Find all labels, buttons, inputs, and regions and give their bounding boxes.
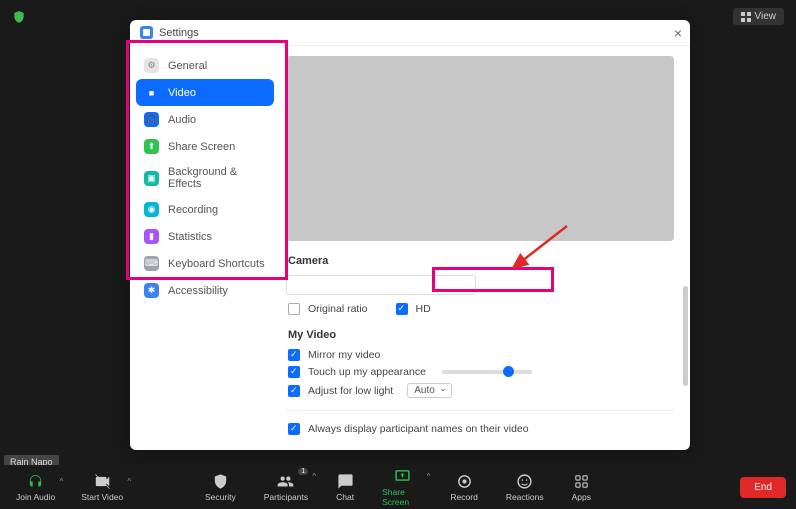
- chevron-up-icon[interactable]: ^: [427, 472, 431, 481]
- hd-label: HD: [416, 303, 431, 315]
- mirror-label: Mirror my video: [308, 349, 380, 361]
- settings-title: Settings: [159, 27, 199, 39]
- sidebar-icon: ⚙: [144, 58, 159, 73]
- participants-button[interactable]: Participants 1 ^: [258, 468, 314, 507]
- sidebar-item-label: Recording: [168, 204, 218, 216]
- scrollbar[interactable]: [683, 286, 688, 386]
- chevron-up-icon[interactable]: ^: [59, 477, 63, 486]
- join-audio-button[interactable]: Join Audio^: [10, 473, 61, 502]
- view-label: View: [755, 11, 777, 22]
- sidebar-icon: ■: [144, 85, 159, 100]
- record-icon: [456, 473, 473, 490]
- camera-dropdown[interactable]: [286, 275, 476, 295]
- video-preview: [286, 56, 674, 241]
- sidebar-icon: ⌨: [144, 256, 159, 271]
- sidebar-icon: ⬆: [144, 139, 159, 154]
- sidebar-item-accessibility[interactable]: ✱ Accessibility: [130, 277, 280, 304]
- record-button[interactable]: Record: [444, 468, 483, 507]
- zoom-icon: [140, 26, 153, 39]
- reactions-button[interactable]: Reactions: [500, 468, 550, 507]
- sidebar-item-recording[interactable]: ◉ Recording: [130, 196, 280, 223]
- sidebar-item-label: Audio: [168, 114, 196, 126]
- chevron-up-icon[interactable]: ^: [127, 477, 131, 486]
- participants-count-badge: 1: [298, 468, 308, 475]
- settings-content: Camera Original ratio HD My Video Mirror…: [280, 46, 690, 450]
- sidebar-item-label: Statistics: [168, 231, 212, 243]
- sidebar-icon: ▣: [144, 171, 159, 186]
- sidebar-item-background-effects[interactable]: ▣ Background & Effects: [130, 160, 280, 196]
- lowlight-checkbox[interactable]: [288, 385, 300, 397]
- security-button[interactable]: Security: [199, 468, 242, 507]
- settings-header: Settings ×: [130, 20, 690, 46]
- sidebar-item-label: Accessibility: [168, 285, 228, 297]
- sidebar-icon: 🎧: [144, 112, 159, 127]
- sidebar-item-statistics[interactable]: ▮ Statistics: [130, 223, 280, 250]
- touchup-label: Touch up my appearance: [308, 366, 426, 378]
- mirror-checkbox[interactable]: [288, 349, 300, 361]
- settings-sidebar: ⚙ General ■ Video 🎧 Audio ⬆ Share Screen ▣ Backgr…: [130, 46, 280, 450]
- sidebar-icon: ✱: [144, 283, 159, 298]
- sidebar-item-keyboard-shortcuts[interactable]: ⌨ Keyboard Shortcuts: [130, 250, 280, 277]
- sidebar-icon: ◉: [144, 202, 159, 217]
- sidebar-item-label: Share Screen: [168, 141, 235, 153]
- security-shield-icon: [12, 10, 26, 24]
- apps-icon: [573, 473, 590, 490]
- sidebar-item-general[interactable]: ⚙ General: [130, 52, 280, 79]
- sidebar-item-share-screen[interactable]: ⬆ Share Screen: [130, 133, 280, 160]
- shield-icon: [212, 473, 229, 490]
- display-names-label: Always display participant names on thei…: [308, 423, 529, 435]
- chat-icon: [337, 473, 354, 490]
- smile-icon: [516, 473, 533, 490]
- display-names-checkbox[interactable]: [288, 423, 300, 435]
- touchup-slider[interactable]: [442, 370, 532, 374]
- people-icon: [277, 473, 294, 490]
- settings-dialog: Settings × ⚙ General ■ Video 🎧 Audio ⬆ Share Sc…: [130, 20, 690, 450]
- sidebar-item-label: Background & Effects: [168, 166, 266, 190]
- headphones-icon: [27, 473, 44, 490]
- sidebar-item-label: Keyboard Shortcuts: [168, 258, 265, 270]
- sidebar-item-label: General: [168, 60, 207, 72]
- original-ratio-label: Original ratio: [308, 303, 368, 315]
- my-video-heading: My Video: [288, 329, 674, 341]
- sidebar-icon: ▮: [144, 229, 159, 244]
- start-video-button[interactable]: Start Video^: [75, 473, 129, 502]
- video-off-icon: [94, 473, 111, 490]
- sidebar-item-audio[interactable]: 🎧 Audio: [130, 106, 280, 133]
- hd-checkbox[interactable]: [396, 303, 408, 315]
- chevron-up-icon[interactable]: ^: [312, 472, 316, 481]
- camera-heading: Camera: [288, 255, 674, 267]
- close-icon[interactable]: ×: [674, 25, 682, 41]
- lowlight-select[interactable]: Auto: [407, 383, 452, 398]
- share-screen-button[interactable]: Share Screen^: [376, 468, 428, 507]
- touchup-checkbox[interactable]: [288, 366, 300, 378]
- sidebar-item-video[interactable]: ■ Video: [136, 79, 274, 106]
- share-icon: [394, 468, 411, 485]
- view-button[interactable]: View: [733, 8, 785, 25]
- meeting-toolbar: Join Audio^ Start Video^ Security Partic…: [0, 465, 796, 509]
- chat-button[interactable]: Chat: [330, 468, 360, 507]
- end-button[interactable]: End: [740, 477, 786, 498]
- original-ratio-checkbox[interactable]: [288, 303, 300, 315]
- sidebar-item-label: Video: [168, 87, 196, 99]
- lowlight-label: Adjust for low light: [308, 385, 393, 397]
- apps-button[interactable]: Apps: [566, 468, 597, 507]
